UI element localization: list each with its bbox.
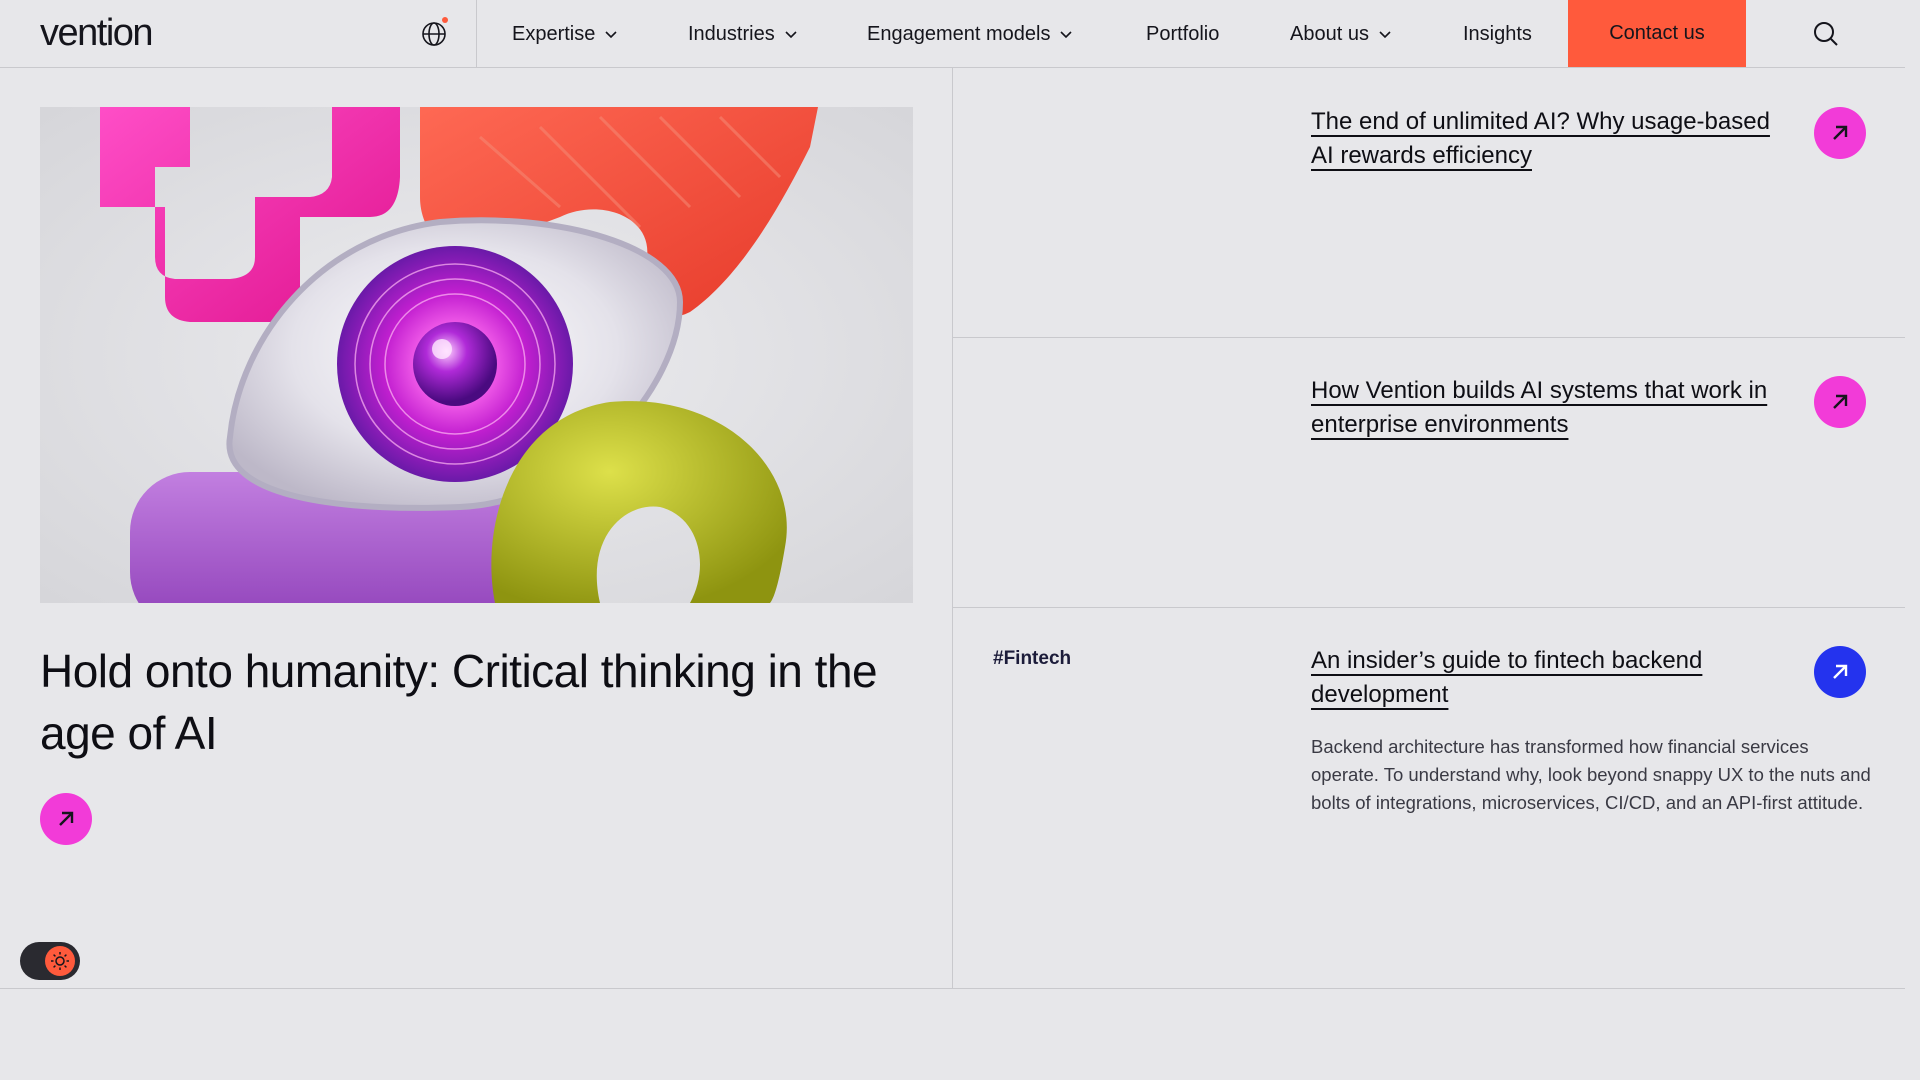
row-divider bbox=[953, 337, 1905, 338]
arrow-up-right-icon bbox=[59, 811, 74, 826]
chevron-down-icon bbox=[785, 31, 797, 39]
nav-about-us[interactable]: About us bbox=[1290, 0, 1393, 68]
notification-dot bbox=[442, 17, 448, 23]
nav-label: Portfolio bbox=[1146, 22, 1220, 45]
site-header: vention Expertise Industries Engagement … bbox=[0, 0, 1905, 68]
page: vention Expertise Industries Engagement … bbox=[0, 0, 1920, 1080]
search-icon[interactable] bbox=[1812, 20, 1840, 48]
nav-label: Expertise bbox=[512, 22, 596, 45]
article-tag[interactable]: #Fintech bbox=[993, 648, 1071, 670]
featured-article-image[interactable] bbox=[40, 107, 913, 603]
featured-article-title[interactable]: Hold onto humanity: Critical thinking in… bbox=[40, 640, 920, 764]
vention-logo[interactable]: vention bbox=[40, 12, 154, 55]
nav-expertise[interactable]: Expertise bbox=[512, 0, 619, 68]
chevron-down-icon bbox=[605, 31, 617, 39]
article-title[interactable]: The end of unlimited AI? Why usage-based… bbox=[1311, 105, 1791, 173]
nav-label: About us bbox=[1290, 22, 1369, 45]
theme-toggle[interactable] bbox=[20, 942, 80, 980]
nav-insights[interactable]: Insights bbox=[1463, 0, 1532, 68]
arrow-up-right-icon bbox=[1833, 394, 1848, 409]
chevron-down-icon bbox=[1060, 31, 1073, 39]
row-divider bbox=[953, 607, 1905, 608]
article-arrow-button[interactable] bbox=[1814, 376, 1866, 428]
header-divider bbox=[476, 0, 477, 68]
globe-icon[interactable] bbox=[420, 20, 448, 48]
nav-label: Engagement models bbox=[867, 22, 1051, 45]
toggle-knob bbox=[45, 946, 75, 976]
nav-label: Industries bbox=[688, 22, 775, 45]
arrow-up-right-icon bbox=[1833, 664, 1848, 679]
article-title[interactable]: An insider’s guide to fintech backend de… bbox=[1311, 644, 1791, 712]
contact-us-button[interactable]: Contact us bbox=[1568, 0, 1746, 67]
arrow-up-right-icon bbox=[1833, 125, 1848, 140]
article-excerpt: Backend architecture has transformed how… bbox=[1311, 736, 1871, 813]
row-divider bbox=[0, 988, 1905, 989]
sun-icon bbox=[51, 952, 69, 970]
article-title[interactable]: How Vention builds AI systems that work … bbox=[1311, 374, 1791, 442]
nav-industries[interactable]: Industries bbox=[688, 0, 799, 68]
chevron-down-icon bbox=[1379, 31, 1391, 39]
article-arrow-button[interactable] bbox=[1814, 107, 1866, 159]
nav-label: Insights bbox=[1463, 22, 1532, 45]
featured-article-arrow-button[interactable] bbox=[40, 793, 92, 845]
article-arrow-button[interactable] bbox=[1814, 646, 1866, 698]
nav-portfolio[interactable]: Portfolio bbox=[1146, 0, 1219, 68]
column-divider bbox=[952, 68, 953, 988]
nav-engagement-models[interactable]: Engagement models bbox=[867, 0, 1074, 68]
